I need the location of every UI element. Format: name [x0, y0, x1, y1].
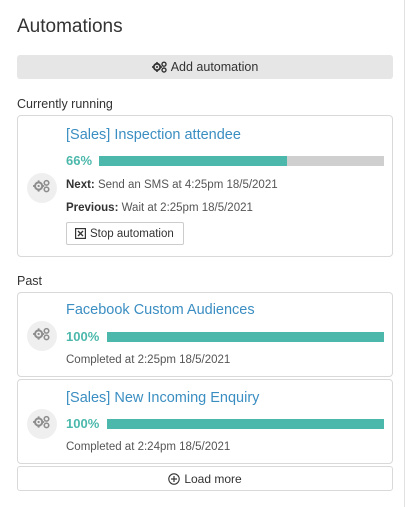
- plus-circle-icon: [168, 472, 181, 485]
- past-automation-card: Facebook Custom Audiences 100% Completed…: [17, 292, 393, 377]
- next-label: Next:: [66, 179, 95, 191]
- progress-fill: [107, 419, 384, 429]
- progress-percent: 100%: [66, 416, 100, 431]
- automation-title-link[interactable]: Facebook Custom Audiences: [66, 302, 255, 318]
- page-title: Automations: [17, 16, 123, 37]
- previous-text: Wait at 2:25pm 18/5/2021: [121, 202, 253, 214]
- progress-bar: [107, 419, 384, 429]
- close-box-icon: [75, 228, 86, 239]
- automation-title-link[interactable]: [Sales] Inspection attendee: [66, 127, 241, 143]
- stop-automation-button[interactable]: Stop automation: [66, 222, 184, 245]
- progress-fill: [99, 156, 288, 166]
- past-automation-card: [Sales] New Incoming Enquiry 100% Comple…: [17, 379, 393, 464]
- next-text: Send an SMS at 4:25pm 18/5/2021: [97, 179, 278, 191]
- add-automation-label: Add automation: [170, 60, 259, 74]
- progress-bar: [99, 156, 384, 166]
- add-automation-button[interactable]: Add automation: [17, 55, 393, 79]
- running-automation-card: [Sales] Inspection attendee 66% Next: Se…: [17, 115, 393, 257]
- stop-automation-label: Stop automation: [90, 227, 174, 240]
- gears-icon: [33, 179, 51, 198]
- previous-step: Previous: Wait at 2:25pm 18/5/2021: [66, 202, 253, 214]
- completed-text: Completed at 2:24pm 18/5/2021: [66, 441, 231, 453]
- progress-bar: [107, 332, 384, 342]
- automations-panel: Automations Add automation Currently run…: [0, 0, 405, 507]
- progress-percent: 100%: [66, 329, 100, 344]
- load-more-button[interactable]: Load more: [17, 466, 393, 491]
- automation-title-link[interactable]: [Sales] New Incoming Enquiry: [66, 390, 259, 406]
- automation-avatar: [27, 321, 57, 351]
- automation-avatar: [27, 173, 57, 203]
- section-past: Past: [17, 274, 43, 288]
- gears-icon: [151, 61, 168, 73]
- next-step: Next: Send an SMS at 4:25pm 18/5/2021: [66, 179, 278, 191]
- progress-percent: 66%: [66, 153, 93, 168]
- progress-fill: [107, 332, 384, 342]
- gears-icon: [33, 327, 51, 346]
- section-currently-running: Currently running: [17, 97, 113, 111]
- completed-text: Completed at 2:25pm 18/5/2021: [66, 354, 231, 366]
- gears-icon: [33, 415, 51, 434]
- load-more-label: Load more: [184, 471, 242, 486]
- automation-avatar: [27, 409, 57, 439]
- previous-label: Previous:: [66, 202, 119, 214]
